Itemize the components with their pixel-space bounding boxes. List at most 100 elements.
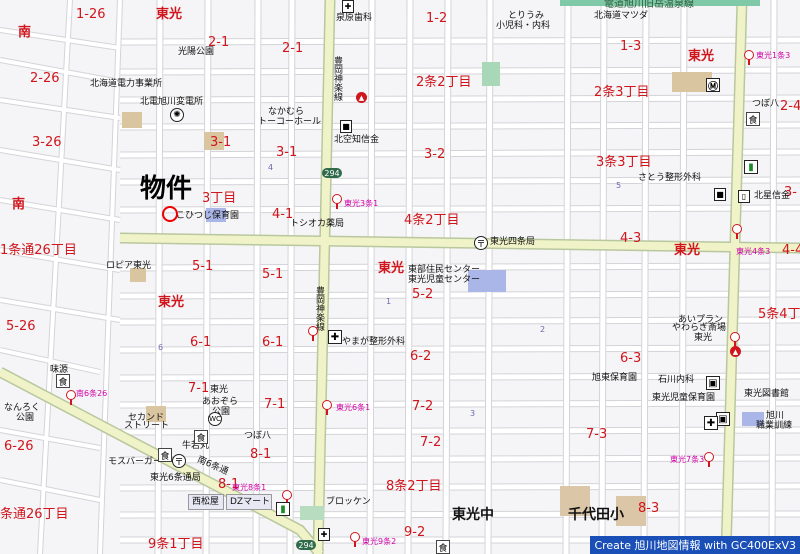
convenience-store-icon[interactable]: ▮: [744, 160, 758, 174]
bus-stop-icon[interactable]: [66, 390, 76, 405]
area-label: 3-26: [32, 135, 62, 150]
area-label: 5-1: [192, 259, 214, 274]
fire-station-icon[interactable]: ▲: [356, 92, 367, 103]
post-office-icon[interactable]: 〒: [172, 454, 186, 468]
area-label: 1-26: [76, 7, 106, 22]
area-label: 東光: [674, 243, 701, 258]
bus-stop-label: 東光7条3: [670, 455, 705, 464]
road-name-label: 豊岡神楽線: [334, 57, 344, 103]
poi-label: ブロッケン: [326, 497, 371, 507]
poi-label: 北空知信金: [334, 135, 380, 145]
poi-label: 北電旭川変電所: [140, 97, 204, 107]
subject-property-label: 物件: [140, 174, 193, 204]
bus-stop-icon[interactable]: [732, 224, 742, 239]
poi-label: DZマート: [230, 497, 271, 507]
restaurant-icon[interactable]: 食: [194, 430, 208, 444]
bank-icon[interactable]: ■: [340, 120, 352, 133]
convenience-store-icon[interactable]: ▮: [276, 502, 290, 516]
lot-number: 3: [470, 409, 476, 418]
poi-label: 西松屋: [192, 497, 220, 507]
bus-stop-label: 東光3条1: [344, 199, 379, 208]
ntt-icon[interactable]: Ⓜ: [706, 78, 720, 93]
poi-label: 公園: [16, 413, 35, 423]
restaurant-icon[interactable]: 食: [158, 448, 172, 462]
post-office-icon[interactable]: 〒: [474, 236, 488, 250]
area-label: 6-2: [410, 349, 432, 364]
area-label: 6-26: [4, 439, 34, 454]
poi-label: つぼ八: [752, 99, 780, 109]
school-label: 東光中: [452, 507, 494, 523]
poi-label: モスバーガー: [108, 457, 163, 467]
area-label: 5-1: [262, 267, 284, 282]
route-number-marker: 294: [296, 540, 316, 550]
bank-icon[interactable]: ■: [714, 188, 726, 201]
fire-station-icon[interactable]: ▲: [730, 346, 741, 357]
area-label: 南: [12, 197, 26, 212]
top-route-label: 電道旭川旧岳温泉線: [604, 0, 694, 10]
poi-label: なかむら: [268, 107, 305, 117]
poi-label: 職業訓練: [756, 421, 793, 431]
area-label: 5条4丁: [758, 307, 800, 322]
poi-label: 石川内科: [658, 375, 695, 385]
bank-icon[interactable]: ▯: [738, 190, 750, 203]
area-label: 2-4: [780, 99, 800, 114]
bus-stop-icon[interactable]: [282, 490, 292, 505]
map-canvas[interactable]: 電道旭川旧岳温泉線 物件 1-26 東光 1-2 南 2-1 2-1 1-3 東…: [0, 0, 800, 554]
poi-label: あおぞら: [202, 397, 239, 407]
area-label: 7-1: [264, 397, 286, 412]
area-label: 6-3: [620, 351, 642, 366]
restaurant-icon[interactable]: 食: [56, 374, 70, 388]
area-label: 2-1: [282, 41, 304, 56]
bus-stop-icon[interactable]: [744, 50, 754, 65]
area-label: 南: [18, 25, 32, 40]
area-label: 8-1: [250, 447, 272, 462]
poi-label: 東部住民センター: [408, 265, 481, 275]
restaurant-icon[interactable]: 食: [746, 112, 760, 126]
bus-stop-icon[interactable]: [350, 532, 360, 547]
bank-icon[interactable]: ✚: [342, 0, 354, 13]
poi-label: 旭東保育園: [592, 373, 638, 383]
poi-label: こひつじ保育園: [176, 211, 240, 221]
poi-label: 東光: [210, 385, 229, 395]
restaurant-icon[interactable]: 食: [436, 540, 450, 554]
wc-icon[interactable]: WC: [208, 412, 222, 426]
bus-stop-label: 東光1条3: [756, 51, 791, 60]
building: [122, 112, 142, 128]
clinic-icon[interactable]: ✚: [704, 416, 718, 430]
road-name-label: 豊岡神楽線: [316, 287, 326, 333]
power-station-icon[interactable]: ✺: [170, 108, 184, 122]
area-label: 東光: [156, 7, 183, 22]
area-label: 4-4: [782, 243, 800, 258]
area-label: 1条通26丁目: [0, 243, 77, 258]
poi-label: 東光児童保育園: [652, 393, 716, 403]
area-label: 東光: [158, 295, 185, 310]
lot-number: 6: [158, 343, 164, 352]
area-label: 8条2丁目: [386, 479, 442, 494]
clinic-icon[interactable]: ✚: [328, 330, 342, 344]
bus-stop-icon[interactable]: [332, 194, 342, 209]
area-label: 7-1: [188, 381, 210, 396]
bus-stop-label: 東光6条1: [336, 403, 371, 412]
area-label: 3-2: [424, 147, 446, 162]
clinic-icon[interactable]: ▣: [716, 412, 730, 426]
area-label: 2条2丁目: [416, 75, 472, 90]
poi-label: つぼ八: [244, 431, 272, 441]
poi-label: トーコーホール: [258, 117, 322, 127]
bus-stop-label: 東光8条1: [232, 483, 267, 492]
poi-label: 旭川: [766, 411, 785, 421]
poi-label: 北海道電力事業所: [90, 79, 163, 89]
poi-label: なんろく: [4, 403, 41, 413]
bank-icon[interactable]: ✚: [318, 528, 330, 541]
bus-stop-icon[interactable]: [308, 326, 318, 341]
area-label: 7-2: [412, 399, 434, 414]
bus-stop-icon[interactable]: [322, 400, 332, 415]
bus-stop-icon[interactable]: [730, 332, 740, 347]
clinic-icon[interactable]: ▣: [706, 376, 720, 390]
area-label: 1-2: [426, 11, 448, 26]
poi-label: ストリート: [124, 421, 170, 431]
bus-stop-label: 東光9条2: [362, 537, 397, 546]
poi-label: 東光: [694, 333, 713, 343]
bus-stop-icon[interactable]: [704, 452, 714, 467]
school-label: 千代田小: [568, 507, 624, 523]
area-label: 3条3丁目: [596, 155, 652, 170]
